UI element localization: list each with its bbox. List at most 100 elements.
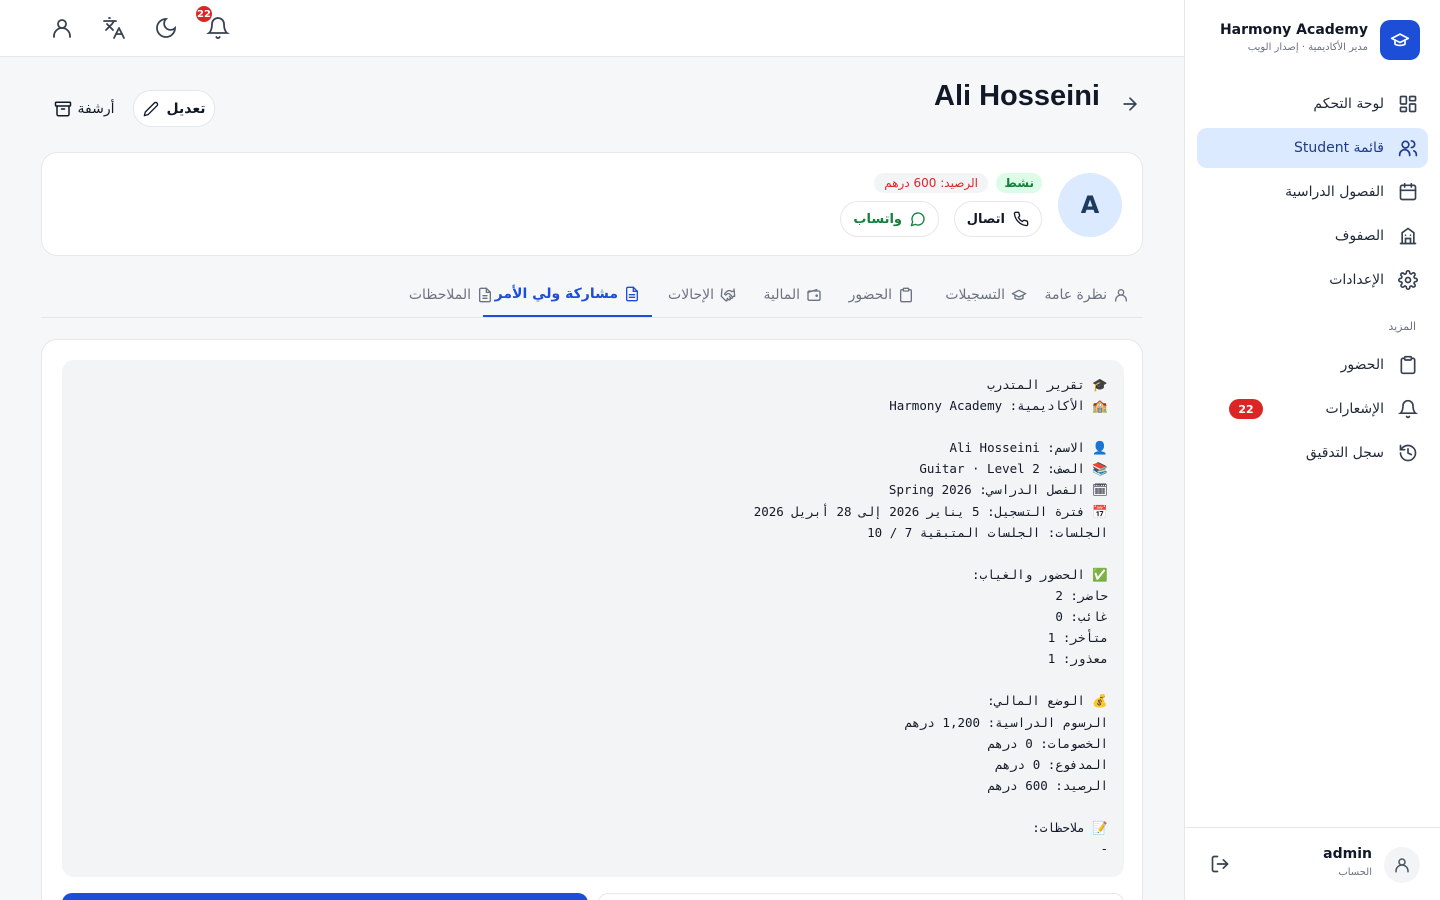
sidebar: Harmony Academy مدير الأكاديمية · إصدار … xyxy=(1184,0,1440,900)
whatsapp-button[interactable]: واتساب xyxy=(840,201,939,237)
sidebar-item-label: الحضور xyxy=(1340,357,1384,373)
report-line: معذور: 1 xyxy=(1047,651,1108,667)
dashboard-icon xyxy=(1398,94,1418,114)
parent-share-panel: 🎓 تقرير المتدرب 🏫 الأكاديمية: Harmony Aca… xyxy=(41,339,1143,900)
tab-label: الملاحظات xyxy=(408,286,471,303)
call-button[interactable]: اتصال xyxy=(953,201,1042,237)
logout-icon[interactable] xyxy=(1210,854,1230,874)
report-line: 📅 فترة التسجيل: 5 يناير 2026 إلى 28 أبري… xyxy=(753,503,1108,519)
report-line: - xyxy=(1100,841,1108,857)
sidebar-item-settings[interactable]: الإعدادات xyxy=(1197,260,1428,300)
report-line: الرصيد: 600 درهم xyxy=(987,777,1108,793)
report-line: الخصومات: 0 درهم xyxy=(987,735,1108,751)
report-line: 📚 الصف: Guitar · Level 2 xyxy=(919,461,1108,477)
brand-name: Harmony Academy xyxy=(1219,22,1368,38)
graduation-cap-icon xyxy=(1011,287,1027,303)
archive-button[interactable]: أرشفة xyxy=(48,90,120,127)
sidebar-item-students[interactable]: قائمة Student xyxy=(1197,128,1428,168)
sidebar-item-label: الصفوف xyxy=(1334,228,1384,244)
theme-toggle-button[interactable] xyxy=(154,16,178,40)
report-line: الرسوم الدراسية: 1,200 درهم xyxy=(904,714,1108,730)
sidebar-item-dashboard[interactable]: لوحة التحكم xyxy=(1197,84,1428,124)
report-line: حاضر: 2 xyxy=(1055,587,1108,603)
clipboard-icon xyxy=(1398,355,1418,375)
clipboard-icon xyxy=(898,287,914,303)
report-preview[interactable]: 🎓 تقرير المتدرب 🏫 الأكاديمية: Harmony Aca… xyxy=(62,360,1124,877)
language-button[interactable] xyxy=(102,16,126,40)
report-line: متأخر: 1 xyxy=(1047,630,1108,646)
tab-label: المالية xyxy=(763,286,800,303)
back-arrow-icon[interactable] xyxy=(1120,94,1140,114)
sidebar-item-label: الإشعارات xyxy=(1325,401,1384,417)
report-line: 💰 الوضع المالي: xyxy=(987,693,1108,709)
sidebar-item-attendance[interactable]: الحضور xyxy=(1197,345,1428,385)
edit-button[interactable]: تعديل xyxy=(133,90,215,127)
status-badge: نشط xyxy=(996,173,1042,193)
archive-label: أرشفة xyxy=(77,100,115,117)
report-line: 🎓 تقرير المتدرب xyxy=(987,377,1108,392)
account-name: admin xyxy=(1323,846,1372,862)
history-icon xyxy=(1398,443,1418,463)
sidebar-item-audit-log[interactable]: سجل التدقيق xyxy=(1197,433,1428,473)
tab-label: مشاركة ولي الأمر xyxy=(494,285,618,302)
tab-attendance[interactable]: الحضور xyxy=(837,272,926,317)
sidebar-item-label: قائمة Student xyxy=(1293,140,1384,156)
sidebar-item-classes[interactable]: الصفوف xyxy=(1197,216,1428,256)
report-line: غائب: 0 xyxy=(1055,609,1108,625)
sidebar-item-terms[interactable]: الفصول الدراسية xyxy=(1197,172,1428,212)
report-line xyxy=(754,669,1108,690)
profile-card: A نشط الرصيد: 600 درهم اتصال واتساب xyxy=(41,152,1143,256)
tab-label: التسجيلات xyxy=(945,286,1005,303)
report-line: 📝 ملاحظات: xyxy=(1032,819,1108,835)
report-line: 🏫 الأكاديمية: Harmony Academy xyxy=(889,398,1108,414)
wallet-icon xyxy=(806,287,822,303)
profile-button[interactable] xyxy=(50,16,74,40)
report-text: 🎓 تقرير المتدرب 🏫 الأكاديمية: Harmony Aca… xyxy=(754,374,1108,859)
tab-overview[interactable]: نظرة عامة xyxy=(1032,272,1141,317)
account-role: الحساب xyxy=(1338,867,1372,878)
report-line: المدفوع: 0 درهم xyxy=(995,756,1108,772)
sidebar-item-label: لوحة التحكم xyxy=(1313,96,1384,112)
bell-icon xyxy=(1398,399,1418,419)
tab-enrollments[interactable]: التسجيلات xyxy=(933,272,1039,317)
building-icon xyxy=(1398,226,1418,246)
tab-notes[interactable]: الملاحظات xyxy=(397,272,505,317)
report-line: 👤 الاسم: Ali Hosseini xyxy=(949,440,1108,456)
user-icon xyxy=(1113,287,1129,303)
report-line xyxy=(754,796,1108,817)
sidebar-section-more: المزيد xyxy=(1388,320,1416,333)
tab-referrals[interactable]: الإحالات xyxy=(656,272,748,317)
report-line xyxy=(754,543,1108,564)
edit-label: تعديل xyxy=(166,100,206,117)
primary-action-button[interactable] xyxy=(62,893,588,900)
tab-finance[interactable]: المالية xyxy=(751,272,834,317)
file-text-icon xyxy=(624,286,640,302)
brand: Harmony Academy مدير الأكاديمية · إصدار … xyxy=(1205,20,1420,60)
gear-icon xyxy=(1398,270,1418,290)
pencil-icon xyxy=(143,101,159,117)
page-title: Ali Hosseini xyxy=(934,80,1100,112)
report-line: ✅ الحضور والغياب: xyxy=(972,566,1108,582)
handshake-icon xyxy=(720,287,736,303)
graduation-cap-icon xyxy=(1380,20,1420,60)
calendar-icon xyxy=(1398,182,1418,202)
tab-parent-share[interactable]: مشاركة ولي الأمر xyxy=(482,272,652,317)
brand-subtitle: مدير الأكاديمية · إصدار الويب xyxy=(1247,42,1368,53)
report-line: 🗓 الفصل الدراسي: Spring 2026 xyxy=(888,482,1108,498)
sidebar-item-label: الإعدادات xyxy=(1329,272,1384,288)
avatar: A xyxy=(1058,173,1122,237)
sidebar-item-label: الفصول الدراسية xyxy=(1285,184,1384,200)
sidebar-item-notifications[interactable]: الإشعارات 22 xyxy=(1197,389,1428,429)
sidebar-item-label: سجل التدقيق xyxy=(1305,445,1384,461)
whatsapp-label: واتساب xyxy=(853,211,902,227)
account-panel: admin الحساب xyxy=(1184,827,1440,900)
tab-label: الحضور xyxy=(848,286,892,303)
tab-label: نظرة عامة xyxy=(1044,286,1107,303)
top-bar: 22 xyxy=(0,0,1184,57)
tab-label: الإحالات xyxy=(668,286,714,303)
secondary-action-button[interactable] xyxy=(598,893,1124,900)
user-icon[interactable] xyxy=(1384,847,1420,883)
report-line xyxy=(754,416,1108,437)
users-icon xyxy=(1398,138,1418,158)
notes-icon xyxy=(477,287,493,303)
